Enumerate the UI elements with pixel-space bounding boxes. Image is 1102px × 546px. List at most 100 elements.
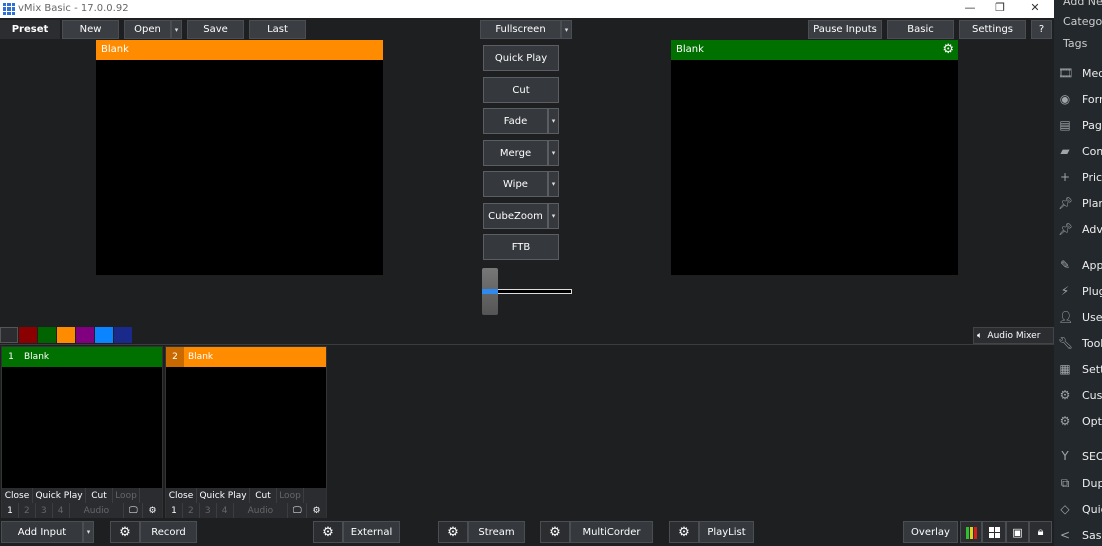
wp-menu-item[interactable]: ⚡︎ Plugins: [1058, 284, 1102, 298]
overlay-2-button[interactable]: 2: [19, 503, 36, 518]
wp-menu-item[interactable]: 📌︎ Plans: [1058, 196, 1102, 210]
wp-menu-item[interactable]: ▤ Pages: [1058, 118, 1102, 132]
preset-button[interactable]: Preset: [0, 20, 60, 39]
gear-icon[interactable]: ⚙: [143, 503, 162, 518]
cut-button[interactable]: Cut: [250, 488, 277, 503]
wp-submenu-add-new[interactable]: Add New: [1063, 0, 1102, 8]
multicorder-settings-gear-icon[interactable]: ⚙: [540, 521, 570, 543]
stream-button[interactable]: Stream: [468, 521, 525, 543]
close-button[interactable]: Close: [166, 488, 197, 503]
help-button[interactable]: ?: [1031, 20, 1052, 39]
fullscreen-button[interactable]: Fullscreen: [480, 20, 561, 39]
audio-mixer-button[interactable]: 🔈︎ Audio Mixer: [973, 327, 1054, 344]
quick-play-button[interactable]: Quick Play: [483, 45, 559, 71]
fullscreen-dropdown-button[interactable]: ▾: [561, 20, 572, 39]
overlay-button[interactable]: Overlay: [903, 521, 958, 543]
color-swatch-3[interactable]: [57, 327, 75, 343]
wp-menu-item[interactable]: ⧉ Duplicate: [1058, 476, 1102, 491]
gear-icon[interactable]: ⚙: [942, 42, 954, 57]
wp-menu-item[interactable]: ⚙ Custom: [1058, 388, 1102, 402]
wp-menu-item[interactable]: ▰ Comments: [1058, 144, 1102, 158]
gear-icon[interactable]: ⚙: [307, 503, 326, 518]
output-monitor[interactable]: Blank ⚙: [671, 40, 958, 275]
playlist-settings-gear-icon[interactable]: ⚙: [669, 521, 699, 543]
tbar-handle[interactable]: [482, 268, 498, 315]
restore-button[interactable]: ❐: [985, 1, 1015, 14]
lock-icon[interactable]: 🔒︎: [1029, 521, 1052, 543]
minimize-button[interactable]: —: [955, 1, 985, 14]
open-button[interactable]: Open: [124, 20, 171, 39]
merge-dropdown-button[interactable]: ▾: [548, 140, 559, 166]
overlay-1-button[interactable]: 1: [166, 503, 183, 518]
fade-button[interactable]: Fade: [483, 108, 548, 134]
save-button[interactable]: Save: [187, 20, 244, 39]
open-dropdown-button[interactable]: ▾: [171, 20, 182, 39]
wp-menu-item[interactable]: ◉ Forms: [1058, 92, 1102, 106]
record-settings-gear-icon[interactable]: ⚙: [110, 521, 140, 543]
audio-button[interactable]: Audio: [70, 503, 125, 518]
add-input-button[interactable]: Add Input: [1, 521, 83, 543]
cubezoom-button[interactable]: CubeZoom: [483, 203, 548, 229]
overlay-3-button[interactable]: 3: [36, 503, 53, 518]
audio-meter-icon[interactable]: [960, 521, 982, 543]
cut-button[interactable]: Cut: [86, 488, 113, 503]
color-swatch-1[interactable]: [19, 327, 37, 343]
wipe-button[interactable]: Wipe: [483, 171, 548, 197]
playlist-button[interactable]: PlayList: [699, 521, 754, 543]
pause-inputs-button[interactable]: Pause Inputs: [808, 20, 882, 39]
overlay-4-button[interactable]: 4: [217, 503, 234, 518]
color-swatch-6[interactable]: [114, 327, 132, 343]
overlay-3-button[interactable]: 3: [200, 503, 217, 518]
wp-menu-item[interactable]: 🔧︎ Tools: [1058, 336, 1102, 350]
wp-menu-item[interactable]: + Pricing: [1058, 170, 1102, 184]
wp-menu-item[interactable]: ▦ Settings: [1058, 362, 1102, 376]
color-swatch-0[interactable]: [0, 327, 18, 343]
color-swatch-5[interactable]: [95, 327, 113, 343]
wp-menu-item[interactable]: 📌︎ Adverts: [1058, 222, 1102, 236]
input-tile-2[interactable]: 2 Blank Close Quick Play Cut Loop 1 2 3 …: [165, 346, 327, 518]
wp-menu-item[interactable]: < Sassy: [1058, 528, 1102, 542]
last-button[interactable]: Last: [249, 20, 306, 39]
overlay-2-button[interactable]: 2: [183, 503, 200, 518]
overlay-4-button[interactable]: 4: [53, 503, 70, 518]
stream-settings-gear-icon[interactable]: ⚙: [438, 521, 468, 543]
multicorder-button[interactable]: MultiCorder: [570, 521, 653, 543]
close-window-button[interactable]: ✕: [1020, 1, 1050, 14]
wp-menu-item[interactable]: 👤︎ Users: [1058, 310, 1102, 324]
wp-menu-item[interactable]: 🎞︎ Media: [1058, 66, 1102, 80]
monitor-icon[interactable]: 🖵︎: [124, 503, 144, 518]
settings-button[interactable]: Settings: [959, 20, 1026, 39]
wipe-dropdown-button[interactable]: ▾: [548, 171, 559, 197]
external-button[interactable]: External: [343, 521, 400, 543]
wp-submenu-tags[interactable]: Tags: [1063, 37, 1087, 50]
color-swatch-4[interactable]: [76, 327, 94, 343]
color-swatch-2[interactable]: [38, 327, 56, 343]
quick-play-button[interactable]: Quick Play: [197, 488, 250, 503]
wp-menu-item[interactable]: ◇ Quick: [1058, 502, 1102, 516]
cut-button[interactable]: Cut: [483, 77, 559, 103]
wp-submenu-categories[interactable]: Categories: [1063, 15, 1102, 28]
ftb-button[interactable]: FTB: [483, 234, 559, 260]
multiview-grid-icon[interactable]: [982, 521, 1006, 543]
wp-menu-item[interactable]: Y SEO: [1058, 449, 1102, 463]
quick-play-button[interactable]: Quick Play: [33, 488, 86, 503]
monitor-icon[interactable]: 🖵︎: [288, 503, 308, 518]
audio-button[interactable]: Audio: [234, 503, 289, 518]
add-input-dropdown-button[interactable]: ▾: [83, 521, 94, 543]
input-tile-1[interactable]: 1 Blank Close Quick Play Cut Loop 1 2 3 …: [1, 346, 163, 518]
loop-button[interactable]: Loop: [277, 488, 304, 503]
new-button[interactable]: New: [62, 20, 119, 39]
screenshot-icon[interactable]: ▣: [1006, 521, 1029, 543]
cubezoom-dropdown-button[interactable]: ▾: [548, 203, 559, 229]
overlay-1-button[interactable]: 1: [2, 503, 19, 518]
external-settings-gear-icon[interactable]: ⚙: [313, 521, 343, 543]
merge-button[interactable]: Merge: [483, 140, 548, 166]
record-button[interactable]: Record: [140, 521, 197, 543]
loop-button[interactable]: Loop: [113, 488, 140, 503]
wp-menu-item[interactable]: ✎ Appearance: [1058, 258, 1102, 272]
wp-menu-item[interactable]: ⚙ Options: [1058, 414, 1102, 428]
close-button[interactable]: Close: [2, 488, 33, 503]
fade-dropdown-button[interactable]: ▾: [548, 108, 559, 134]
basic-button[interactable]: Basic: [887, 20, 954, 39]
preview-monitor[interactable]: Blank: [96, 40, 383, 275]
